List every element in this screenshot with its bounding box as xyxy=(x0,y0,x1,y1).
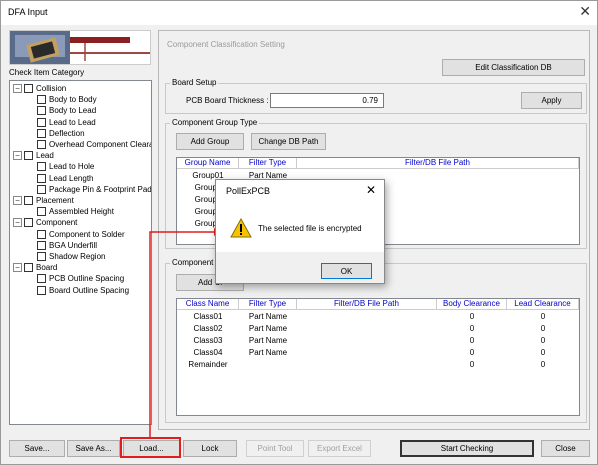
dialog-body: The selected file is encrypted xyxy=(216,200,384,252)
warning-icon xyxy=(230,218,252,238)
encrypted-file-dialog: PollExPCB ✕ The selected file is encrypt… xyxy=(215,179,385,284)
dialog-title-bar: PollExPCB ✕ xyxy=(216,180,384,200)
dialog-close-icon[interactable]: ✕ xyxy=(366,183,376,197)
ok-button[interactable]: OK xyxy=(321,263,372,279)
dialog-title: PollExPCB xyxy=(226,186,271,196)
dialog-message: The selected file is encrypted xyxy=(258,224,362,233)
